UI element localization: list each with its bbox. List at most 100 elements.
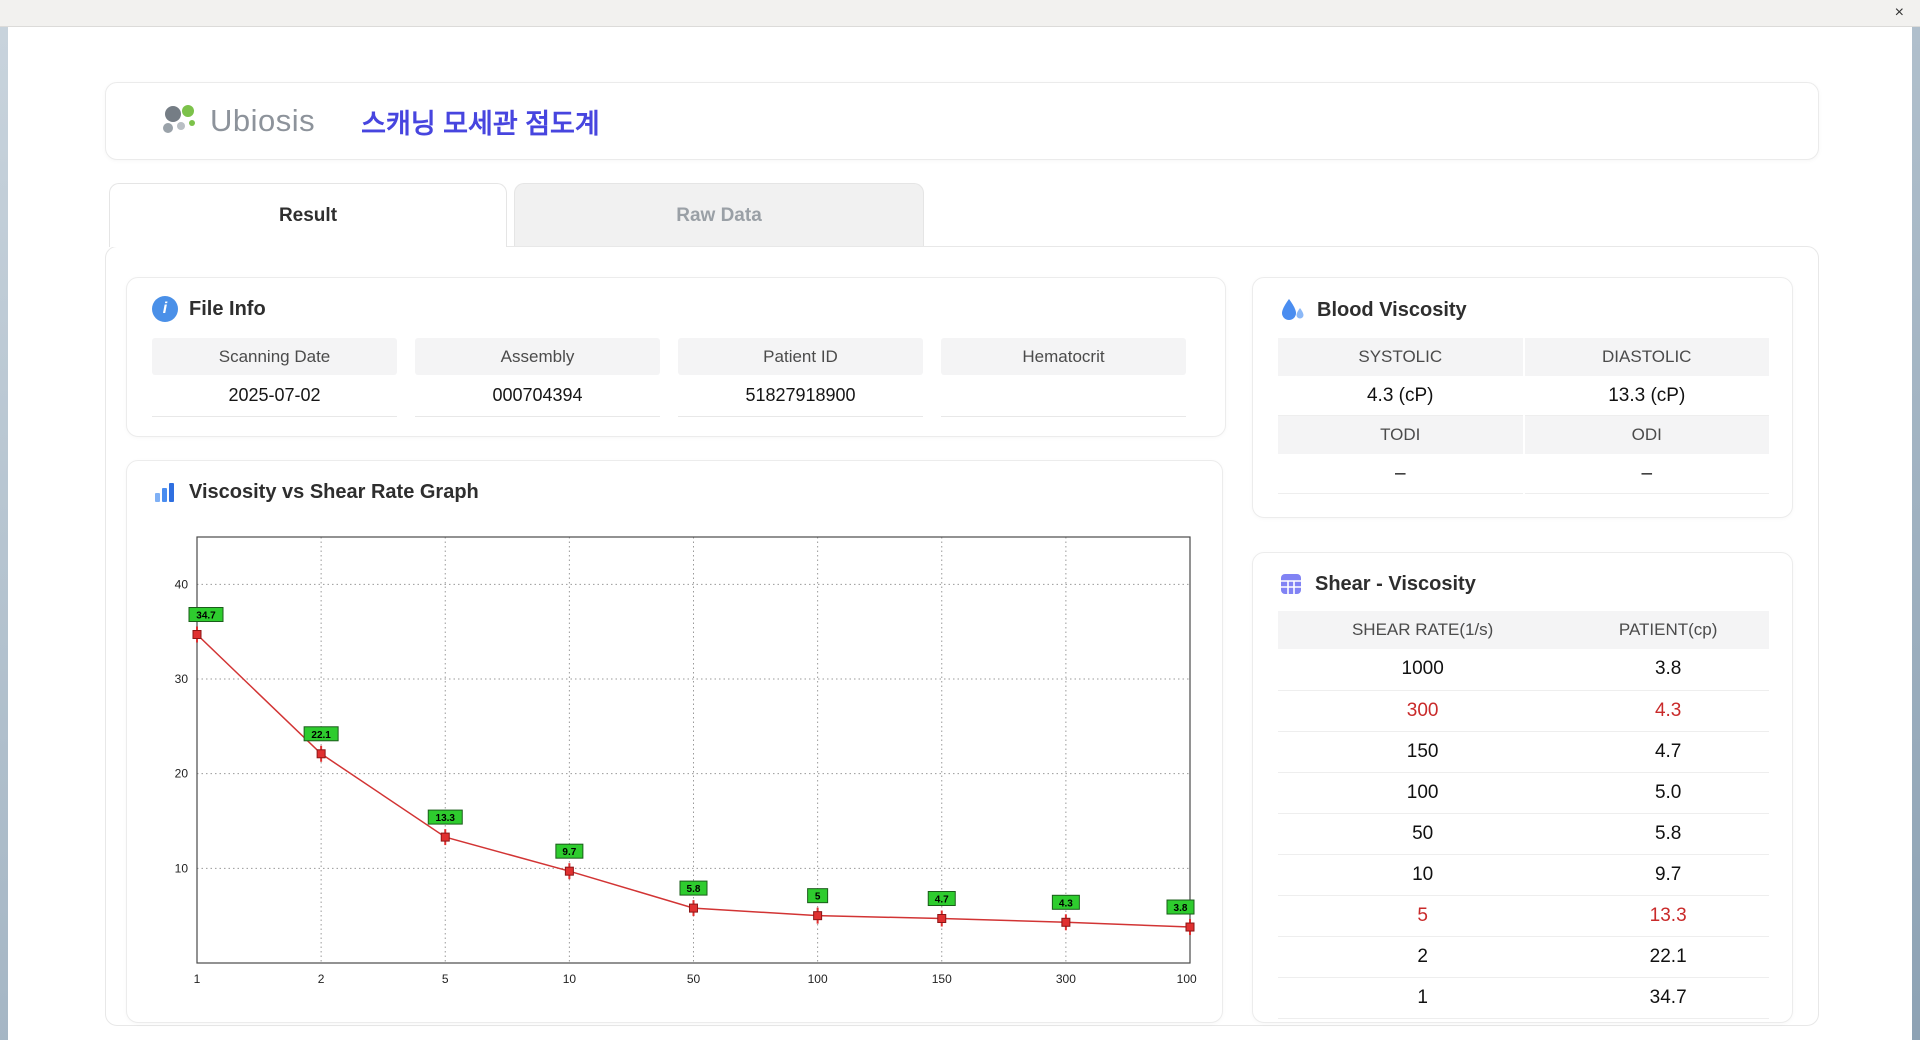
tab-raw-data[interactable]: Raw Data <box>514 183 924 247</box>
svg-text:22.1: 22.1 <box>311 730 331 741</box>
graph-title: Viscosity vs Shear Rate Graph <box>152 479 479 505</box>
field-hematocrit: Hematocrit <box>941 338 1186 417</box>
blood-viscosity-card: Blood Viscosity SYSTOLIC DIASTOLIC 4.3 (… <box>1252 277 1793 518</box>
odi-header: ODI <box>1525 416 1770 454</box>
graph-title-text: Viscosity vs Shear Rate Graph <box>189 481 479 504</box>
blood-viscosity-table: SYSTOLIC DIASTOLIC 4.3 (cP) 13.3 (cP) TO… <box>1278 338 1769 494</box>
todi-header: TODI <box>1278 416 1523 454</box>
blood-viscosity-title-text: Blood Viscosity <box>1317 299 1467 322</box>
svg-text:10: 10 <box>563 972 577 986</box>
table-row: 150 4.7 <box>1278 731 1769 772</box>
svg-text:13.3: 13.3 <box>436 813 456 824</box>
shear-cell: 1000 <box>1278 649 1567 690</box>
svg-text:300: 300 <box>1056 972 1076 986</box>
window-close-button[interactable]: × <box>1895 3 1904 23</box>
field-label: Hematocrit <box>941 338 1186 375</box>
svg-text:50: 50 <box>687 972 701 986</box>
svg-text:10: 10 <box>175 861 189 875</box>
svg-text:1: 1 <box>194 972 201 986</box>
svg-text:4.7: 4.7 <box>935 895 949 906</box>
tab-result[interactable]: Result <box>109 183 507 247</box>
diastolic-header: DIASTOLIC <box>1525 338 1770 376</box>
patient-cell: 13.3 <box>1567 895 1769 936</box>
window-titlebar: × <box>0 0 1920 27</box>
shear-viscosity-title-text: Shear - Viscosity <box>1315 573 1476 596</box>
field-assembly: Assembly 000704394 <box>415 338 660 417</box>
field-scanning-date: Scanning Date 2025-07-02 <box>152 338 397 417</box>
graph-card: Viscosity vs Shear Rate Graph 10 20 30 40 34… <box>126 460 1223 1023</box>
table-row: 1000 3.8 <box>1278 649 1769 690</box>
shear-cell: 1 <box>1278 977 1567 1018</box>
field-label: Assembly <box>415 338 660 375</box>
svg-text:34.7: 34.7 <box>196 611 216 622</box>
shear-cell: 50 <box>1278 813 1567 854</box>
viscosity-chart: 1020304034.722.113.39.75.854.74.33.81251… <box>152 523 1197 1001</box>
file-info-title: i File Info <box>152 296 266 322</box>
field-value <box>941 375 1186 417</box>
blood-viscosity-title: Blood Viscosity <box>1278 296 1467 324</box>
svg-text:5: 5 <box>442 972 449 986</box>
content-panel: i File Info Scanning Date 2025-07-02 Ass… <box>105 246 1819 1026</box>
svg-text:4.3: 4.3 <box>1059 898 1073 909</box>
app-header: Ubiosis 스캐닝 모세관 점도계 <box>105 82 1819 160</box>
svg-text:5: 5 <box>815 892 821 903</box>
patient-cell: 3.8 <box>1567 649 1769 690</box>
table-header-row: SHEAR RATE(1/s) PATIENT(cp) <box>1278 611 1769 649</box>
svg-text:40: 40 <box>175 577 189 591</box>
todi-value: – <box>1278 454 1523 494</box>
svg-text:1000: 1000 <box>1177 972 1197 986</box>
patient-column-header: PATIENT(cp) <box>1567 611 1769 649</box>
svg-text:2: 2 <box>318 972 325 986</box>
shear-cell: 300 <box>1278 690 1567 731</box>
table-row: 10 9.7 <box>1278 854 1769 895</box>
systolic-header: SYSTOLIC <box>1278 338 1523 376</box>
svg-text:30: 30 <box>175 672 189 686</box>
shear-viscosity-table: SHEAR RATE(1/s) PATIENT(cp) 1000 3.8 300… <box>1278 611 1769 1019</box>
shear-cell: 150 <box>1278 731 1567 772</box>
table-row: 1 34.7 <box>1278 977 1769 1018</box>
logo-text: Ubiosis <box>210 103 315 139</box>
ubiosis-logo: Ubiosis <box>158 103 315 139</box>
ubiosis-logo-icon <box>158 103 202 139</box>
field-patient-id: Patient ID 51827918900 <box>678 338 923 417</box>
table-row: 300 4.3 <box>1278 690 1769 731</box>
bar-chart-icon <box>152 479 178 505</box>
table-row: 5 13.3 <box>1278 895 1769 936</box>
table-row: 100 5.0 <box>1278 772 1769 813</box>
app-title: 스캐닝 모세관 점도계 <box>361 102 600 141</box>
svg-text:20: 20 <box>175 767 189 781</box>
shear-cell: 2 <box>1278 936 1567 977</box>
info-icon: i <box>152 296 178 322</box>
file-info-fields: Scanning Date 2025-07-02 Assembly 000704… <box>152 338 1186 417</box>
patient-cell: 5.0 <box>1567 772 1769 813</box>
water-drop-icon <box>1278 296 1306 324</box>
table-row: 50 5.8 <box>1278 813 1769 854</box>
app-window: Ubiosis 스캐닝 모세관 점도계 Result Raw Data i Fi… <box>8 27 1912 1040</box>
file-info-title-text: File Info <box>189 298 266 321</box>
patient-cell: 34.7 <box>1567 977 1769 1018</box>
shear-cell: 10 <box>1278 854 1567 895</box>
patient-cell: 5.8 <box>1567 813 1769 854</box>
file-info-card: i File Info Scanning Date 2025-07-02 Ass… <box>126 277 1226 437</box>
svg-text:150: 150 <box>932 972 952 986</box>
shear-cell: 100 <box>1278 772 1567 813</box>
field-value: 2025-07-02 <box>152 375 397 417</box>
patient-cell: 9.7 <box>1567 854 1769 895</box>
shear-viscosity-title: Shear - Viscosity <box>1278 571 1476 597</box>
diastolic-value: 13.3 (cP) <box>1525 376 1770 416</box>
field-value: 51827918900 <box>678 375 923 417</box>
grid-table-icon <box>1278 571 1304 597</box>
systolic-value: 4.3 (cP) <box>1278 376 1523 416</box>
shear-rate-column-header: SHEAR RATE(1/s) <box>1278 611 1567 649</box>
odi-value: – <box>1525 454 1770 494</box>
patient-cell: 4.7 <box>1567 731 1769 772</box>
svg-text:9.7: 9.7 <box>562 847 576 858</box>
field-label: Patient ID <box>678 338 923 375</box>
field-value: 000704394 <box>415 375 660 417</box>
svg-text:5.8: 5.8 <box>687 884 701 895</box>
field-label: Scanning Date <box>152 338 397 375</box>
tab-bar: Result Raw Data <box>105 183 1819 247</box>
patient-cell: 4.3 <box>1567 690 1769 731</box>
patient-cell: 22.1 <box>1567 936 1769 977</box>
shear-cell: 5 <box>1278 895 1567 936</box>
